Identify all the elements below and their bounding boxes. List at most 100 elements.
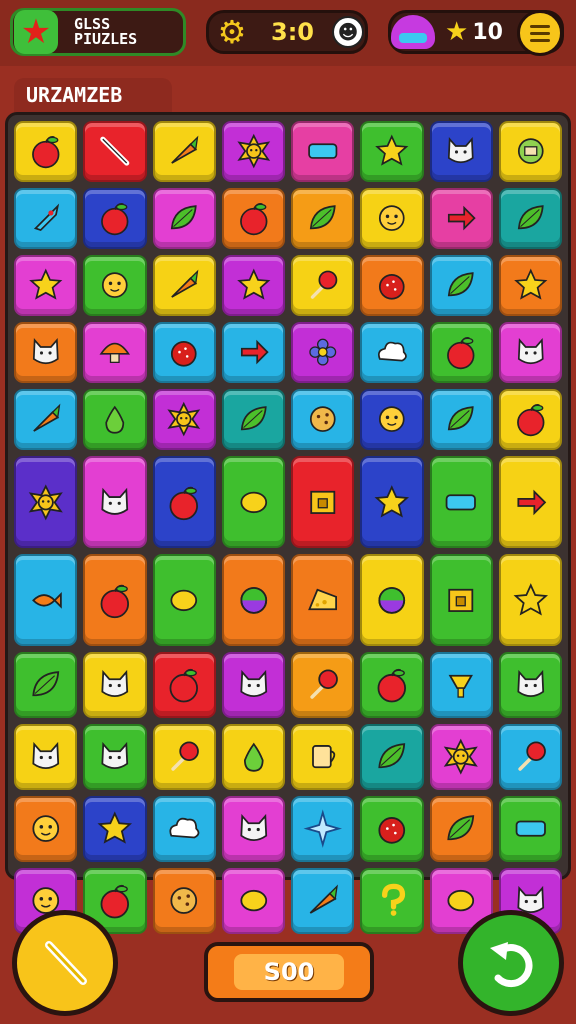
cloud-tile[interactable] (360, 322, 424, 383)
pear-tile[interactable] (221, 724, 285, 790)
apple-icon (169, 669, 199, 703)
cat-tile[interactable] (498, 652, 562, 718)
cat-tile[interactable] (221, 652, 285, 718)
cat-tile[interactable] (83, 724, 147, 790)
face-tile[interactable] (14, 796, 78, 862)
cheese-tile[interactable] (291, 554, 355, 646)
score-button[interactable]: S00 (204, 942, 374, 1002)
cat-icon (101, 670, 129, 698)
face-tile[interactable] (83, 255, 147, 316)
pear-tile[interactable] (83, 389, 147, 450)
face-tile[interactable] (360, 389, 424, 450)
cat-tile[interactable] (83, 456, 147, 548)
berry-tile[interactable] (360, 255, 424, 316)
leaf-tile[interactable] (221, 389, 285, 450)
lemon-tile[interactable] (221, 456, 285, 548)
cat-tile[interactable] (83, 652, 147, 718)
flower-tile[interactable] (291, 322, 355, 383)
fish-tile[interactable] (14, 554, 78, 646)
ball-tile[interactable] (221, 554, 285, 646)
apple-tile[interactable] (152, 652, 216, 718)
sun-tile[interactable] (221, 121, 285, 182)
box-tile[interactable] (291, 456, 355, 548)
game-logo: ★ GLSS PIUZLES (10, 8, 186, 56)
arrow-icon (240, 340, 269, 365)
lolly-tile[interactable] (152, 724, 216, 790)
cat-tile[interactable] (14, 322, 78, 383)
carrot-tile[interactable] (14, 389, 78, 450)
sun-tile[interactable] (429, 724, 493, 790)
lamp-tile[interactable] (429, 652, 493, 718)
face-tile[interactable] (360, 188, 424, 249)
leaf-tile[interactable] (429, 255, 493, 316)
leaf-tile[interactable] (291, 188, 355, 249)
bar-tile[interactable] (291, 121, 355, 182)
leaf-tile[interactable] (498, 188, 562, 249)
apple-tile[interactable] (152, 456, 216, 548)
star-tile[interactable] (360, 456, 424, 548)
star-tile[interactable] (498, 255, 562, 316)
apple-icon (31, 136, 60, 169)
apple-tile[interactable] (498, 389, 562, 450)
cookie-tile[interactable] (152, 868, 216, 934)
star-tile[interactable] (83, 796, 147, 862)
cloud-tile[interactable] (152, 796, 216, 862)
mushroom-icon[interactable] (391, 15, 435, 49)
leaf-tile[interactable] (152, 188, 216, 249)
ball-tile[interactable] (360, 554, 424, 646)
gear-icon[interactable]: ⚙ (215, 13, 249, 51)
bar-tile[interactable] (498, 796, 562, 862)
lolly-tile[interactable] (498, 724, 562, 790)
arrow-tile[interactable] (498, 456, 562, 548)
apple-tile[interactable] (14, 121, 78, 182)
apple-tile[interactable] (221, 188, 285, 249)
lemon-tile[interactable] (152, 554, 216, 646)
hammer-button[interactable] (12, 910, 118, 1016)
star-tile[interactable] (498, 554, 562, 646)
face-icon (379, 205, 405, 232)
leaf-tile[interactable] (14, 652, 78, 718)
lemon-tile[interactable] (221, 868, 285, 934)
knife-tile[interactable] (83, 121, 147, 182)
shell-tile[interactable] (498, 121, 562, 182)
lemon-icon (240, 491, 267, 513)
cat-tile[interactable] (221, 796, 285, 862)
bar-tile[interactable] (429, 456, 493, 548)
mushroom-tile[interactable] (83, 322, 147, 383)
berry-tile[interactable] (360, 796, 424, 862)
rocket-tile[interactable] (14, 188, 78, 249)
sun-tile[interactable] (14, 456, 78, 548)
arrow-tile[interactable] (221, 322, 285, 383)
leaf-tile[interactable] (429, 389, 493, 450)
cat-tile[interactable] (429, 121, 493, 182)
apple-tile[interactable] (83, 554, 147, 646)
apple-tile[interactable] (360, 652, 424, 718)
carrot-tile[interactable] (152, 121, 216, 182)
star-tile[interactable] (14, 255, 78, 316)
leaf-tile[interactable] (429, 796, 493, 862)
lemon-icon (170, 589, 198, 611)
apple-tile[interactable] (429, 322, 493, 383)
carrot-tile[interactable] (152, 255, 216, 316)
cup-tile[interactable] (291, 724, 355, 790)
menu-button[interactable] (517, 10, 563, 56)
question-tile[interactable] (360, 868, 424, 934)
cat-tile[interactable] (498, 322, 562, 383)
cookie-tile[interactable] (291, 389, 355, 450)
carrot-tile[interactable] (291, 868, 355, 934)
star-tile[interactable] (360, 121, 424, 182)
star-tile[interactable] (221, 255, 285, 316)
lolly-tile[interactable] (291, 652, 355, 718)
leaf-tile[interactable] (360, 724, 424, 790)
sparkle-tile[interactable] (291, 796, 355, 862)
berry-tile[interactable] (152, 322, 216, 383)
undo-button[interactable] (458, 910, 564, 1016)
cat-tile[interactable] (14, 724, 78, 790)
apple-icon (447, 337, 475, 370)
sun-tile[interactable] (152, 389, 216, 450)
lolly-icon (310, 669, 338, 700)
arrow-tile[interactable] (429, 188, 493, 249)
lolly-tile[interactable] (291, 255, 355, 316)
apple-tile[interactable] (83, 188, 147, 249)
box-tile[interactable] (429, 554, 493, 646)
